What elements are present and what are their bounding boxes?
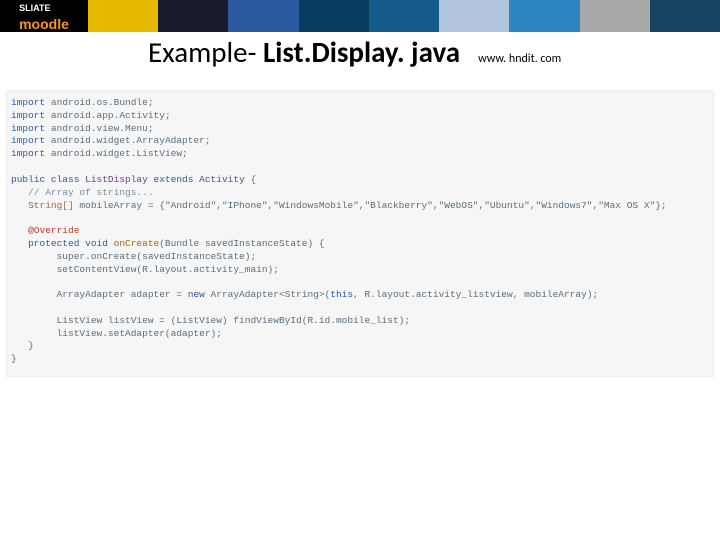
kw-extends: extends — [148, 174, 199, 185]
title-prefix: Example- — [148, 34, 263, 70]
code-text: mobileArray = { — [79, 200, 165, 211]
kw-this: this — [330, 289, 353, 300]
logo-bottom: moodle — [19, 16, 69, 32]
site-url: www. hndit. com — [478, 52, 561, 66]
code-text: android.widget.ListView; — [45, 148, 188, 159]
code-text: ArrayAdapter adapter = — [11, 289, 188, 300]
code-text: android.os.Bundle; — [45, 97, 153, 108]
kw-import: import — [11, 97, 45, 108]
code-text: }; — [655, 200, 666, 211]
kw-import: import — [11, 123, 45, 134]
comment: // Array of strings... — [11, 187, 154, 198]
logo-top: SLIATE — [19, 3, 50, 13]
code-text: { — [245, 174, 256, 185]
code-text: , R.layout.activity_listview, mobileArra… — [353, 289, 598, 300]
code-text: setContentView(R.layout.activity_main); — [11, 264, 279, 275]
kw-method: protected void — [11, 238, 114, 249]
code-text: super.onCreate(savedInstanceState); — [11, 251, 256, 262]
type: String[] — [11, 200, 79, 211]
kw-class: public class — [11, 174, 85, 185]
logo-box: SLIATE moodle — [0, 0, 88, 32]
kw-import: import — [11, 148, 45, 159]
super-name: Activity — [199, 174, 245, 185]
string-lit: "Android","IPhone","WindowsMobile","Blac… — [165, 200, 655, 211]
code-text: } — [11, 353, 17, 364]
params: (Bundle savedInstanceState) { — [159, 238, 324, 249]
code-text: ListView listView = (ListView) findViewB… — [11, 315, 410, 326]
title-bold: List.Display. java — [263, 34, 460, 70]
kw-new: new — [188, 289, 205, 300]
headline-row: Example- List.Display. java www. hndit. … — [0, 32, 720, 70]
code-block: import android.os.Bundle; import android… — [6, 90, 714, 377]
code-text: listView.setAdapter(adapter); — [11, 328, 222, 339]
method-name: onCreate — [114, 238, 160, 249]
kw-import: import — [11, 110, 45, 121]
kw-import: import — [11, 135, 45, 146]
banner-strip — [88, 0, 720, 32]
code-text: android.widget.ArrayAdapter; — [45, 135, 210, 146]
logo-text: SLIATE moodle — [19, 0, 69, 34]
page-title: Example- List.Display. java — [148, 34, 460, 70]
annotation: @Override — [11, 225, 79, 236]
top-banner: SLIATE moodle — [0, 0, 720, 32]
class-name: ListDisplay — [85, 174, 148, 185]
code-text: } — [11, 340, 34, 351]
code-text: ArrayAdapter<String>( — [205, 289, 330, 300]
code-text: android.app.Activity; — [45, 110, 170, 121]
code-text: android.view.Menu; — [45, 123, 153, 134]
